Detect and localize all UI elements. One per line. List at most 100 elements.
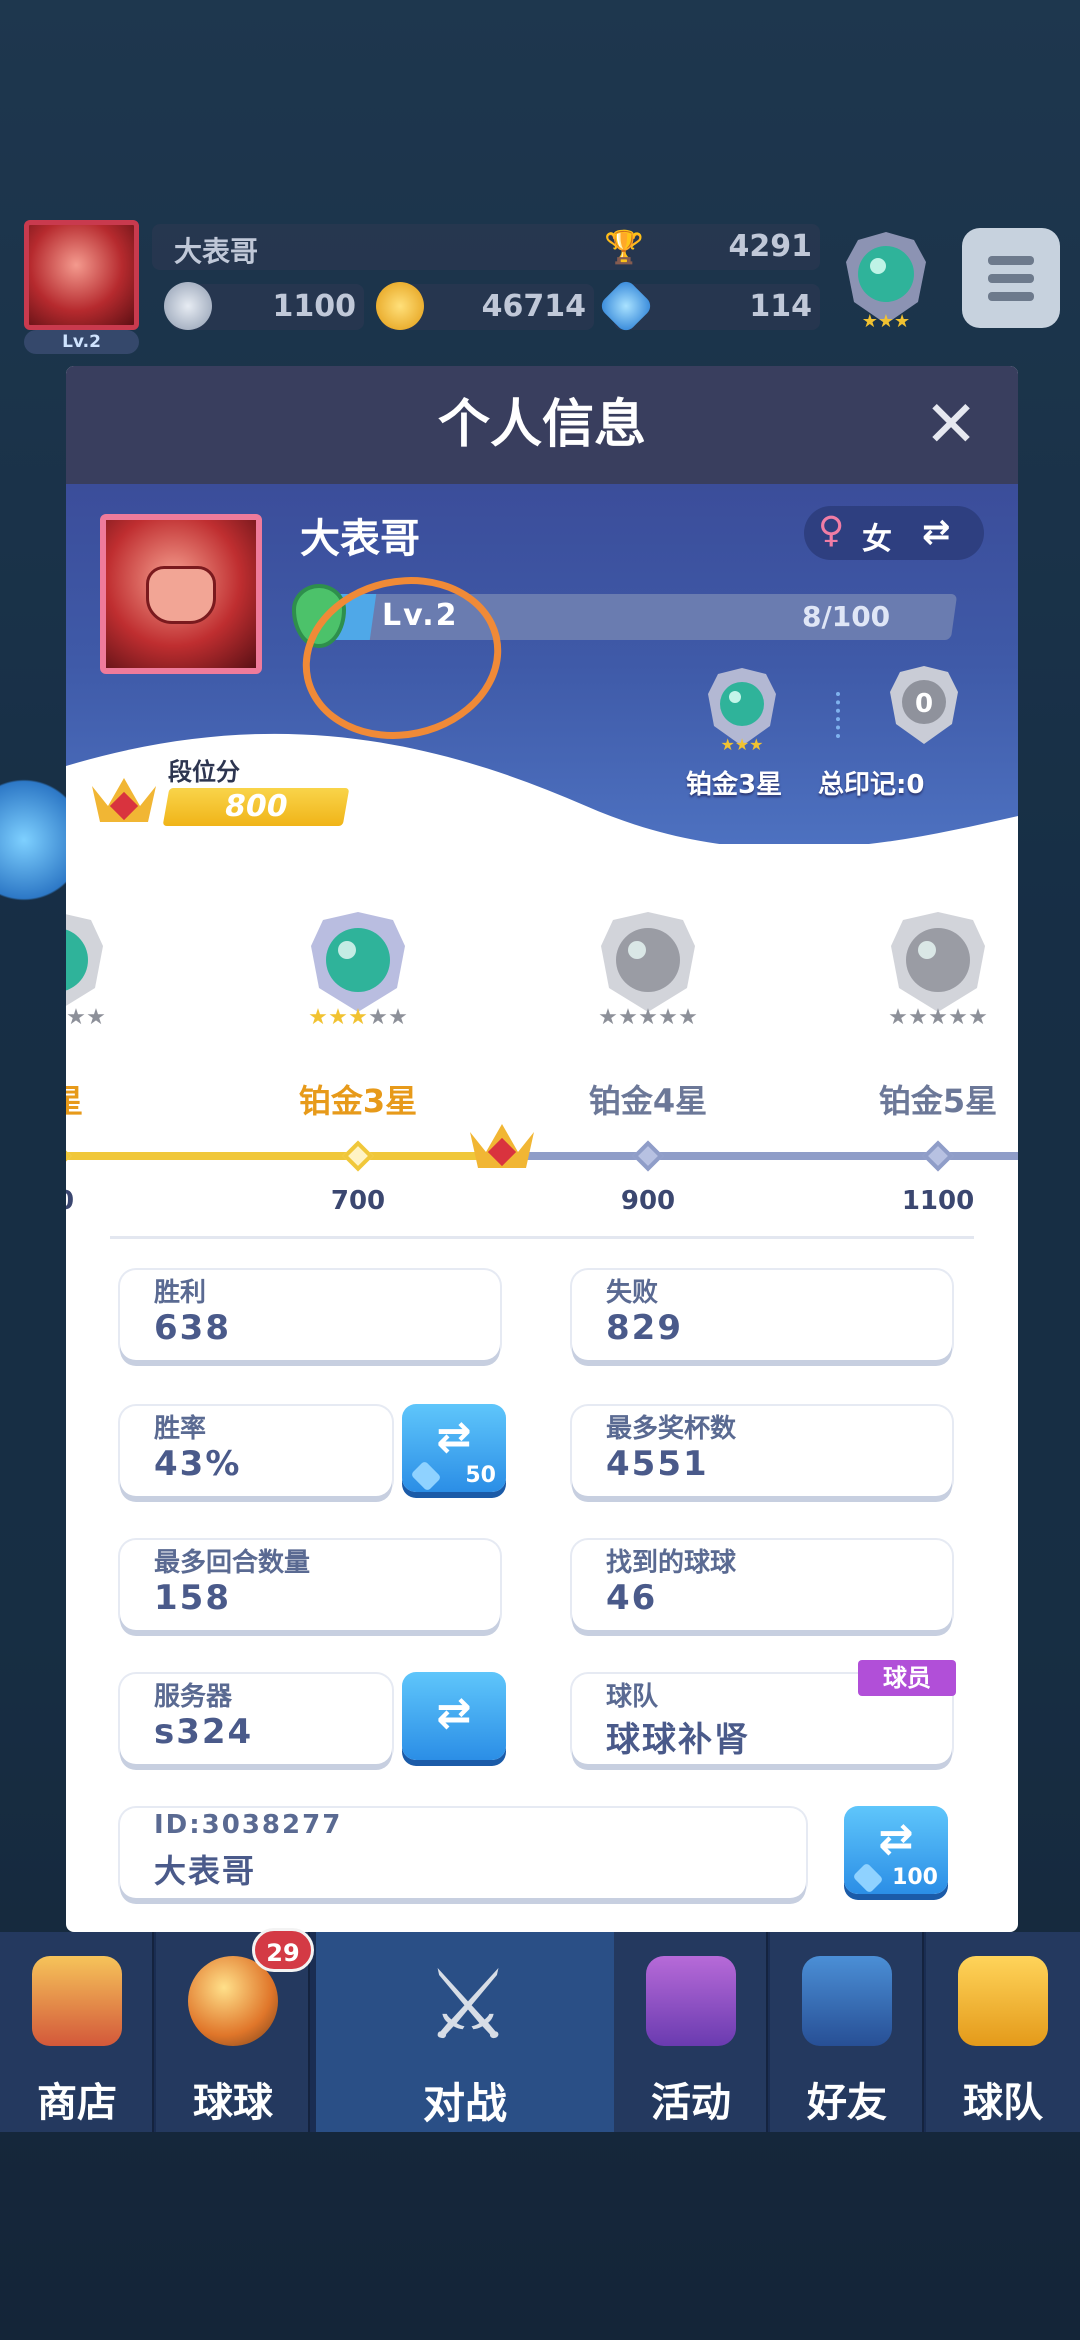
- separator-line: [110, 1236, 974, 1239]
- winrate-value: 43%: [154, 1444, 242, 1484]
- team-value: 球球补肾: [606, 1720, 750, 1760]
- silver-coin-icon: [164, 282, 212, 330]
- switch-icon[interactable]: ⇄: [922, 512, 951, 552]
- profile-panel: 个人信息 ✕ 大表哥 ♀ 女 ⇄ Lv.2 8/100 ★★★ 铂金3星 0 总…: [66, 366, 1018, 1932]
- current-rank-marker-icon: [470, 1124, 534, 1168]
- menu-button[interactable]: [962, 228, 1060, 328]
- nav-balls-label: 球球: [193, 2080, 273, 2126]
- seal-label: 总印记:0: [818, 770, 925, 800]
- nav-shop[interactable]: 商店: [0, 1932, 154, 2132]
- server-value: s324: [154, 1712, 254, 1752]
- ladder-tick-label: 00: [66, 1186, 126, 1216]
- avatar-level-tag: Lv.2: [24, 330, 139, 354]
- seal-value: 0: [915, 689, 933, 719]
- nav-friends[interactable]: 好友: [770, 1932, 924, 2132]
- nav-battle-label: 对战: [422, 2079, 507, 2128]
- rank-badge-icon[interactable]: ★★★: [838, 232, 934, 332]
- svg-text:★★★: ★★★: [862, 311, 910, 332]
- gold-coin-bar[interactable]: 46714: [376, 282, 594, 330]
- refresh-icon: ⇄: [436, 1688, 472, 1737]
- gold-coin-icon: [376, 282, 424, 330]
- xp-progress: 8/100: [802, 600, 891, 633]
- fist-icon: [146, 566, 216, 624]
- nav-events-label: 活动: [651, 2080, 731, 2126]
- close-icon[interactable]: ✕: [918, 392, 984, 458]
- id-card: ID:3038277 大表哥: [120, 1808, 806, 1898]
- nav-events[interactable]: 活动: [614, 1932, 768, 2132]
- gem-icon: [410, 1460, 442, 1492]
- svg-text:★: ★: [308, 1005, 328, 1030]
- svg-text:★: ★: [388, 1005, 408, 1030]
- name-bar: 大表哥 🏆 4291: [152, 224, 820, 270]
- rename-button[interactable]: ⇄ 100: [844, 1806, 948, 1894]
- ladder-node: [922, 1140, 954, 1172]
- change-server-button[interactable]: ⇄: [402, 1672, 506, 1760]
- ladder-tick-label: 900: [620, 1186, 676, 1216]
- max-trophies-value: 4551: [606, 1444, 709, 1484]
- ladder-tier-label: 2星: [66, 1082, 84, 1120]
- shop-icon: [32, 1956, 122, 2046]
- server-label: 服务器: [154, 1682, 233, 1712]
- gem-value: 114: [749, 289, 812, 324]
- max-rounds-label: 最多回合数量: [154, 1548, 311, 1578]
- nav-battle[interactable]: ⚔ 对战: [316, 1932, 614, 2132]
- ladder-tier-label: 铂金5星: [878, 1082, 998, 1120]
- silver-coin-bar[interactable]: 1100: [164, 282, 364, 330]
- ladder-badge-icon: ★ ★ ★ ★ ★: [308, 912, 408, 1030]
- max-rounds-value: 158: [154, 1578, 231, 1618]
- rename-cost: 100: [892, 1865, 938, 1890]
- reset-winrate-button[interactable]: ⇄ 50: [402, 1404, 506, 1492]
- nav-shop-label: 商店: [37, 2080, 117, 2126]
- ladder-node: [342, 1140, 374, 1172]
- crossed-swords-icon: ⚔: [424, 1949, 512, 2061]
- gender-text: 女: [862, 522, 892, 557]
- server-card: 服务器 s324: [120, 1674, 392, 1764]
- gender-toggle[interactable]: ♀ 女 ⇄: [804, 506, 984, 560]
- svg-text:★: ★: [928, 1005, 948, 1030]
- ladder-node: [632, 1140, 664, 1172]
- party-popper-icon: [646, 1956, 736, 2046]
- profile-avatar[interactable]: [100, 514, 262, 674]
- svg-text:★: ★: [348, 1005, 368, 1030]
- gem-icon: [852, 1862, 884, 1894]
- svg-text:★: ★: [658, 1005, 678, 1030]
- tier-label: 铂金3星: [686, 770, 783, 800]
- team-label: 球队: [606, 1682, 659, 1712]
- balls-found-value: 46: [606, 1578, 658, 1618]
- ladder-tier-label: 铂金4星: [588, 1082, 708, 1120]
- header-divider: [836, 692, 842, 738]
- team-card[interactable]: 球队 球球补肾 球员: [572, 1660, 956, 1764]
- ladder-tick-label: 1100: [901, 1186, 975, 1216]
- nav-friends-label: 好友: [807, 2080, 887, 2126]
- ladder-badge-icon: ★ ★ ★ ★ ★: [598, 912, 698, 1030]
- bottom-nav: 商店 球球 ⚔ 对战 活动 好友 球队: [0, 1932, 1080, 2132]
- player-id: ID:3038277: [154, 1810, 343, 1840]
- balls-badge: 29: [252, 1928, 314, 1972]
- balls-found-card: 找到的球球 46: [572, 1540, 952, 1630]
- female-icon: ♀: [818, 510, 845, 551]
- svg-text:★: ★: [598, 1005, 618, 1030]
- rank-points-icon: [92, 778, 156, 822]
- losses-card: 失败 829: [572, 1270, 952, 1360]
- svg-text:★: ★: [86, 1005, 106, 1030]
- winrate-label: 胜率: [154, 1414, 207, 1444]
- tier-badge-icon: ★★★: [708, 668, 776, 752]
- svg-text:★: ★: [678, 1005, 698, 1030]
- top-player-name: 大表哥: [174, 235, 259, 268]
- nav-team[interactable]: 球队: [926, 1932, 1080, 2132]
- max-trophies-card: 最多奖杯数 4551: [572, 1406, 952, 1496]
- max-rounds-card: 最多回合数量 158: [120, 1540, 500, 1630]
- player-avatar[interactable]: [24, 220, 139, 330]
- max-trophies-label: 最多奖杯数: [606, 1414, 737, 1444]
- wins-label: 胜利: [154, 1278, 207, 1308]
- rank-points-value: 800: [162, 788, 350, 826]
- menu-icon: [988, 256, 1034, 265]
- rank-points-label: 段位分: [168, 758, 240, 786]
- trophy-count: 4291: [728, 229, 813, 264]
- seal-badge-icon: 0: [890, 666, 958, 744]
- balls-found-label: 找到的球球: [606, 1548, 737, 1578]
- gem-bar[interactable]: 114: [597, 277, 820, 335]
- svg-text:★: ★: [908, 1005, 928, 1030]
- reset-winrate-cost: 50: [465, 1463, 496, 1488]
- svg-text:★: ★: [328, 1005, 348, 1030]
